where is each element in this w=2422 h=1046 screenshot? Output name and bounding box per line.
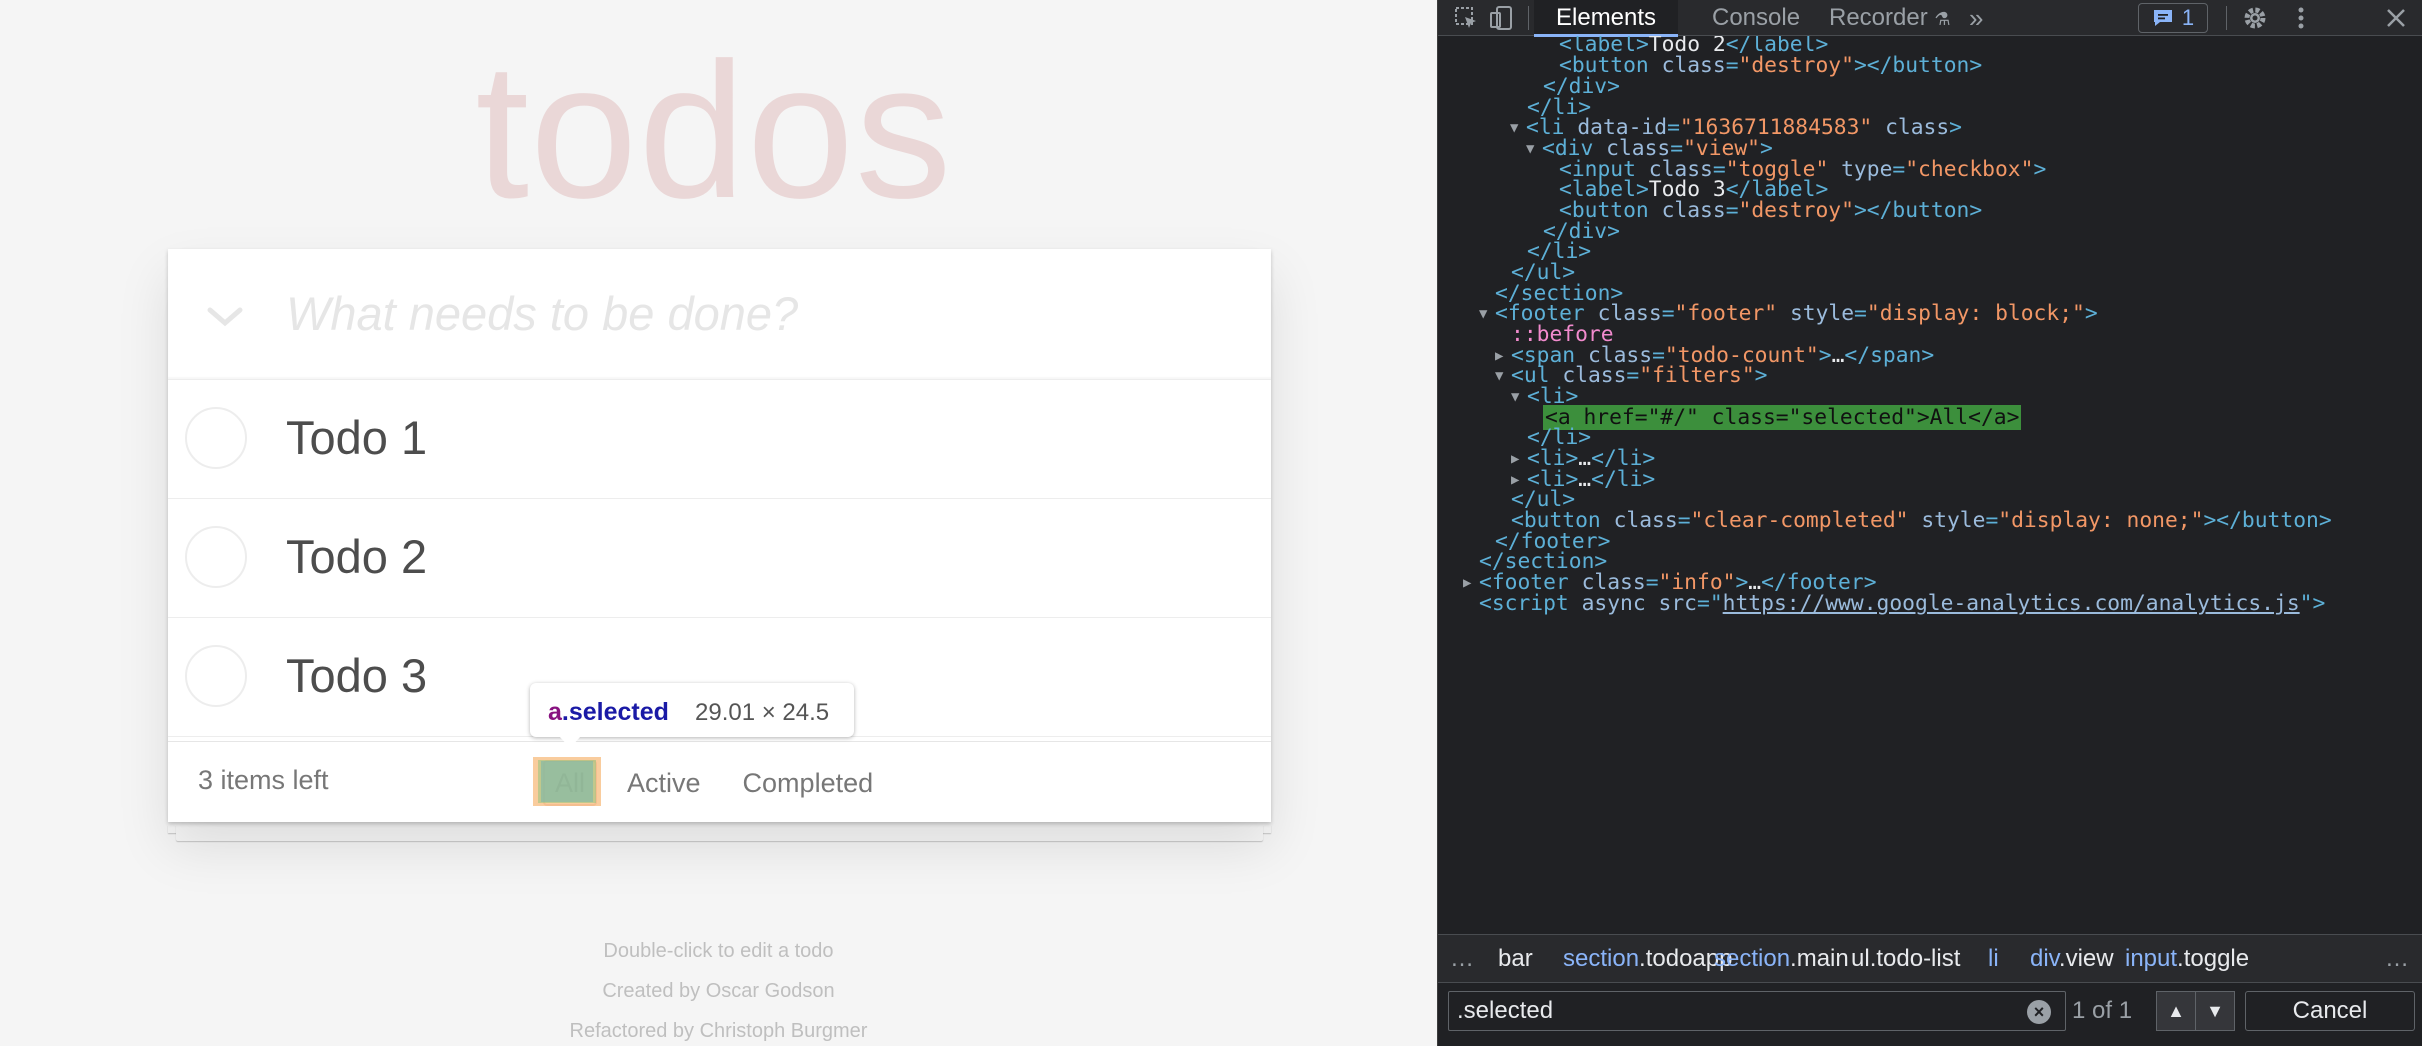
info-refactored-by: Refactored by Christoph Burgmer (569, 1020, 868, 1042)
devtools-tabbar: Elements Console Recorder ⚗ » 1 (1438, 0, 2422, 37)
breadcrumb-item[interactable]: ul.todo-list (1851, 945, 1960, 973)
device-toolbar-icon[interactable] (1488, 4, 1516, 32)
expand-triangle-icon[interactable]: ▼ (1495, 361, 1511, 391)
tab-console[interactable]: Console (1712, 0, 1800, 36)
new-todo-input[interactable] (286, 273, 1246, 353)
close-icon[interactable] (2382, 4, 2410, 32)
toggle-all-button[interactable] (194, 287, 256, 347)
breadcrumb-overflow-left[interactable]: … (1450, 945, 1474, 973)
tooltip-selector: a.selected (548, 698, 669, 726)
todo-item: Todo 2 (168, 499, 1271, 618)
expand-triangle-icon[interactable]: ▼ (1511, 382, 1527, 412)
chevron-down-icon (207, 307, 243, 327)
expand-triangle-icon[interactable]: ▼ (1510, 113, 1526, 143)
more-tabs-icon[interactable]: » (1969, 0, 1983, 36)
chevron-up-icon: ▲ (2167, 1000, 2185, 1021)
filters: All Active Completed (534, 760, 894, 806)
card-stack-shadow-2 (176, 825, 1263, 841)
collapsed-triangle-icon[interactable]: ▶ (1463, 568, 1479, 598)
breadcrumb-item[interactable]: li (1988, 945, 1999, 973)
todo-item: Todo 1 (168, 380, 1271, 499)
author-link[interactable]: Oscar Godson (706, 980, 835, 1002)
dom-node[interactable]: <button class="destroy"></button> (1559, 196, 1982, 226)
todo-label[interactable]: Todo 2 (286, 529, 427, 585)
breadcrumb: … bar section.todoapp section.main ul.to… (1438, 934, 2422, 982)
expand-triangle-icon[interactable]: ▼ (1526, 134, 1542, 164)
info-edit-hint: Double-click to edit a todo (603, 940, 834, 962)
breadcrumb-item[interactable]: section.main (1714, 945, 1849, 973)
tabbar-divider (2226, 6, 2227, 30)
inspect-element-icon[interactable] (1452, 4, 1480, 32)
chevron-down-icon: ▼ (2206, 1000, 2224, 1021)
more-options-icon[interactable] (2287, 4, 2315, 32)
tooltip-dimensions: 29.01 × 24.5 (695, 699, 830, 726)
dom-node[interactable]: <button class="clear-completed" style="d… (1511, 506, 2332, 536)
todomvc-page: todos Todo 1 Todo 2 Todo 3 (0, 0, 1437, 1046)
tabbar-divider (1528, 6, 1529, 30)
search-input[interactable] (1448, 991, 2066, 1031)
clear-search-icon[interactable]: × (2027, 1000, 2051, 1024)
next-match-button[interactable]: ▼ (2195, 991, 2235, 1031)
todo-toggle-checkbox[interactable] (185, 407, 247, 469)
breadcrumb-item[interactable]: div.view (2030, 945, 2114, 973)
search-bar: × 1 of 1 ▲ ▼ Cancel (1438, 982, 2422, 1046)
refactor-author-link[interactable]: Christoph Burgmer (700, 1020, 868, 1042)
breadcrumb-overflow-right[interactable]: … (2385, 945, 2409, 973)
info-created-by: Created by Oscar Godson (602, 980, 835, 1002)
filter-all-link[interactable]: All (543, 760, 598, 806)
dom-node[interactable]: <button class="destroy"></button> (1559, 51, 1982, 81)
todo-toggle-checkbox[interactable] (185, 526, 247, 588)
cancel-search-button[interactable]: Cancel (2245, 991, 2415, 1031)
app-title: todos (475, 22, 953, 238)
previous-match-button[interactable]: ▲ (2156, 991, 2196, 1031)
breadcrumb-item-current[interactable]: input.toggle (2125, 945, 2249, 973)
search-match-count: 1 of 1 (2072, 997, 2133, 1024)
breadcrumb-item[interactable]: bar (1498, 945, 1533, 973)
tab-elements[interactable]: Elements (1534, 0, 1679, 37)
message-icon (2153, 10, 2172, 26)
todo-footer: 3 items left All Active Completed (168, 741, 1271, 822)
script-src-link[interactable]: https://www.google-analytics.com/analyti… (1723, 591, 2300, 616)
filter-completed-link[interactable]: Completed (731, 760, 886, 806)
issues-badge[interactable]: 1 (2138, 3, 2208, 33)
dom-node-selected[interactable]: <a href="#/" class="selected">All</a> (1543, 403, 2022, 433)
todo-label[interactable]: Todo 3 (286, 648, 427, 704)
inspector-tooltip: a.selected 29.01 × 24.5 (530, 683, 854, 748)
flask-icon: ⚗ (1934, 9, 1951, 29)
tab-recorder[interactable]: Recorder ⚗ (1829, 0, 1951, 36)
breadcrumb-item[interactable]: section.todoapp (1563, 945, 1732, 973)
dom-tree: <label>Todo 2</label> <button class="des… (1438, 36, 2422, 934)
expand-triangle-icon[interactable]: ▼ (1479, 299, 1495, 329)
devtools-panel: Elements Console Recorder ⚗ » 1 <label>T… (1437, 0, 2422, 1046)
todo-toggle-checkbox[interactable] (185, 645, 247, 707)
filter-active-link[interactable]: Active (615, 760, 713, 806)
settings-gear-icon[interactable] (2241, 4, 2269, 32)
todo-label[interactable]: Todo 1 (286, 410, 427, 466)
todo-count: 3 items left (198, 765, 329, 795)
dom-node[interactable]: <script async src="https://www.google-an… (1479, 589, 2325, 619)
todo-header (168, 249, 1271, 380)
